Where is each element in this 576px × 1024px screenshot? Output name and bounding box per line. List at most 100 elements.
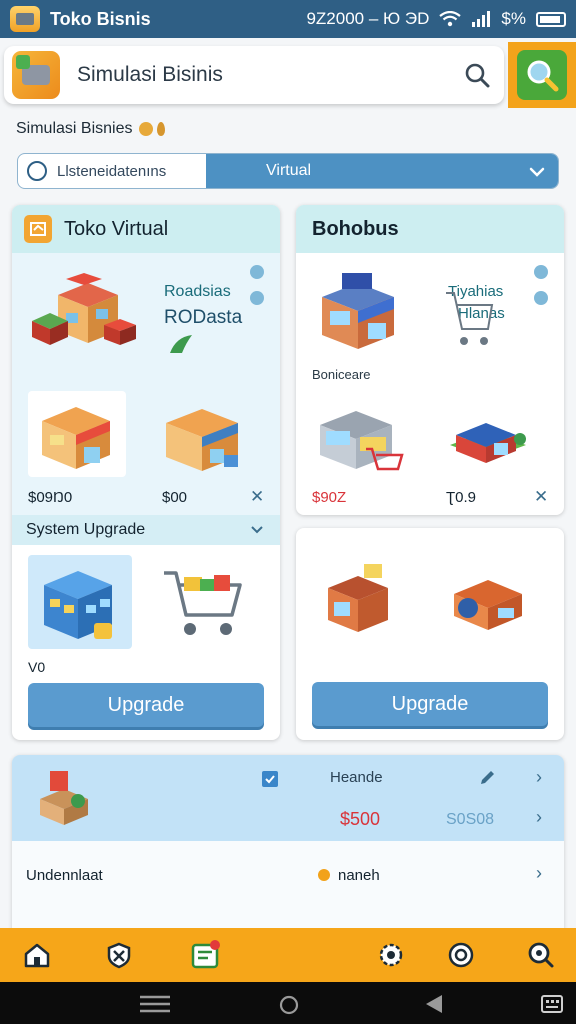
panel-label-top: Heande bbox=[330, 769, 383, 786]
price-label-2: $00 bbox=[162, 489, 188, 506]
card-side-text-1: Roadsias bbox=[164, 283, 231, 300]
mode-selector[interactable]: Llsteneidatenıns Virtual bbox=[17, 153, 559, 189]
panel-price-red: $500 bbox=[340, 809, 381, 829]
search-icon bbox=[528, 942, 554, 968]
card-side-text-2: RODasta bbox=[164, 307, 243, 328]
growth-leaf-icon bbox=[170, 335, 192, 353]
section-title-text: Simulasi Bisnies bbox=[16, 120, 133, 137]
gear-icon bbox=[379, 943, 403, 967]
mode-option-left-label: Llsteneidatenıns bbox=[57, 162, 167, 180]
summary-panel: Heande › $500 S0S08 › Undennlaat naneh › bbox=[12, 755, 564, 935]
chevron-right-icon[interactable]: › bbox=[536, 767, 542, 788]
chevron-right-icon[interactable]: › bbox=[536, 807, 542, 828]
app-icon bbox=[10, 6, 40, 32]
battery-icon bbox=[536, 11, 566, 27]
nav-home[interactable] bbox=[18, 936, 56, 974]
shop-cluster-icon bbox=[32, 273, 136, 345]
chevron-down-icon[interactable] bbox=[250, 524, 264, 536]
target-icon bbox=[448, 942, 474, 968]
coin-icon bbox=[139, 122, 154, 136]
summary-row[interactable]: Undennlaat naneh › bbox=[12, 841, 564, 935]
panel-price-blue: S0S08 bbox=[446, 811, 495, 828]
wifi-icon bbox=[439, 11, 462, 27]
checkbox-icon[interactable] bbox=[262, 771, 278, 787]
mode-option-virtual[interactable]: Virtual bbox=[206, 154, 558, 188]
cart-outline-icon bbox=[446, 292, 494, 345]
signal-icon bbox=[472, 11, 491, 27]
card-bohobus: Bohobus Tiyahias Hlanas Boniceare $90Z Ʈ… bbox=[296, 205, 564, 515]
shopping-cart-icon bbox=[164, 571, 242, 635]
mode-option-left[interactable]: Llsteneidatenıns bbox=[18, 154, 206, 188]
summary-status-label: naneh bbox=[338, 867, 380, 884]
office-building-icon bbox=[44, 571, 112, 639]
close-icon[interactable]: ✕ bbox=[534, 487, 548, 507]
card-header: Toko Virtual bbox=[12, 205, 280, 253]
status-bar: Toko Bisnis 9Z2000 – Ю ЭD $% bbox=[0, 0, 576, 38]
status-dot-icon bbox=[318, 869, 330, 881]
shop-blue-awning-icon bbox=[166, 409, 238, 471]
building-preview-box[interactable] bbox=[28, 555, 132, 649]
chevron-right-icon[interactable]: › bbox=[536, 863, 542, 884]
clock: 9Z2000 – Ю ЭD bbox=[306, 9, 430, 28]
nav-shield[interactable] bbox=[100, 936, 138, 974]
shield-icon bbox=[107, 942, 131, 969]
radio-icon[interactable] bbox=[27, 161, 47, 181]
upgrade-button-right[interactable]: Upgrade bbox=[312, 682, 548, 726]
bank-building-icon bbox=[454, 580, 522, 630]
card-header: Bohobus bbox=[296, 205, 564, 253]
drop-icon bbox=[157, 122, 166, 136]
card-title: Bohobus bbox=[312, 217, 399, 240]
warehouse-icon bbox=[40, 771, 88, 825]
storefront-icon bbox=[42, 407, 110, 469]
info-icon[interactable] bbox=[250, 265, 264, 279]
price-label-2: Ʈ0.9 bbox=[446, 489, 477, 506]
summary-panel-top: Heande › $500 S0S08 › bbox=[12, 755, 564, 841]
bottom-nav bbox=[0, 928, 576, 982]
back-icon[interactable] bbox=[424, 993, 444, 1015]
battery-text: $% bbox=[501, 9, 526, 28]
info-icon-2[interactable] bbox=[534, 291, 548, 305]
store-badge-icon bbox=[24, 215, 52, 243]
market-stall-icon bbox=[320, 411, 404, 471]
storefront-green-icon bbox=[450, 423, 526, 463]
keyboard-icon[interactable] bbox=[540, 994, 564, 1014]
store-logo-icon[interactable] bbox=[12, 51, 60, 99]
search-button[interactable] bbox=[508, 42, 576, 108]
search-bar bbox=[4, 46, 504, 104]
info-icon-2[interactable] bbox=[250, 291, 264, 305]
upgrade-section-header[interactable]: System Upgrade bbox=[12, 515, 280, 545]
edit-icon[interactable] bbox=[478, 769, 496, 787]
supermarket-icon bbox=[322, 273, 394, 349]
home-circle-icon[interactable] bbox=[278, 994, 300, 1016]
app-title: Toko Bisnis bbox=[50, 8, 151, 29]
list-icon bbox=[191, 940, 220, 969]
card-upgrade-shops: Upgrade bbox=[296, 528, 564, 740]
upgrade-section-label: System Upgrade bbox=[26, 521, 146, 538]
search-header bbox=[0, 38, 576, 108]
chevron-down-icon[interactable] bbox=[528, 163, 546, 181]
nav-list[interactable] bbox=[186, 936, 224, 974]
section-title: Simulasi Bisnies bbox=[16, 120, 166, 138]
nav-target[interactable] bbox=[442, 936, 480, 974]
home-icon bbox=[24, 943, 50, 968]
close-icon[interactable]: ✕ bbox=[250, 487, 264, 507]
nav-search[interactable] bbox=[522, 936, 560, 974]
level-label: V0 bbox=[28, 659, 46, 675]
summary-row-label: Undennlaat bbox=[26, 867, 103, 884]
system-nav-bar bbox=[0, 982, 576, 1024]
search-icon[interactable] bbox=[464, 62, 490, 88]
recents-icon[interactable] bbox=[138, 994, 172, 1014]
card-title: Toko Virtual bbox=[64, 217, 169, 240]
magnifier-icon bbox=[527, 60, 559, 92]
price-label-1: $90Z bbox=[312, 489, 347, 506]
upgrade-button-left[interactable]: Upgrade bbox=[28, 683, 264, 727]
card-toko-virtual: Toko Virtual Roadsias RODasta $09Ŋ0 $00 … bbox=[12, 205, 280, 740]
nav-settings[interactable] bbox=[372, 936, 410, 974]
info-icon[interactable] bbox=[534, 265, 548, 279]
search-input[interactable] bbox=[77, 63, 437, 87]
price-label-1: $09Ŋ0 bbox=[28, 489, 73, 506]
card-caption: Boniceare bbox=[312, 367, 371, 382]
small-shop-icon bbox=[328, 564, 388, 632]
shop-preview-box[interactable] bbox=[28, 391, 126, 477]
mode-option-virtual-label: Virtual bbox=[266, 162, 312, 179]
